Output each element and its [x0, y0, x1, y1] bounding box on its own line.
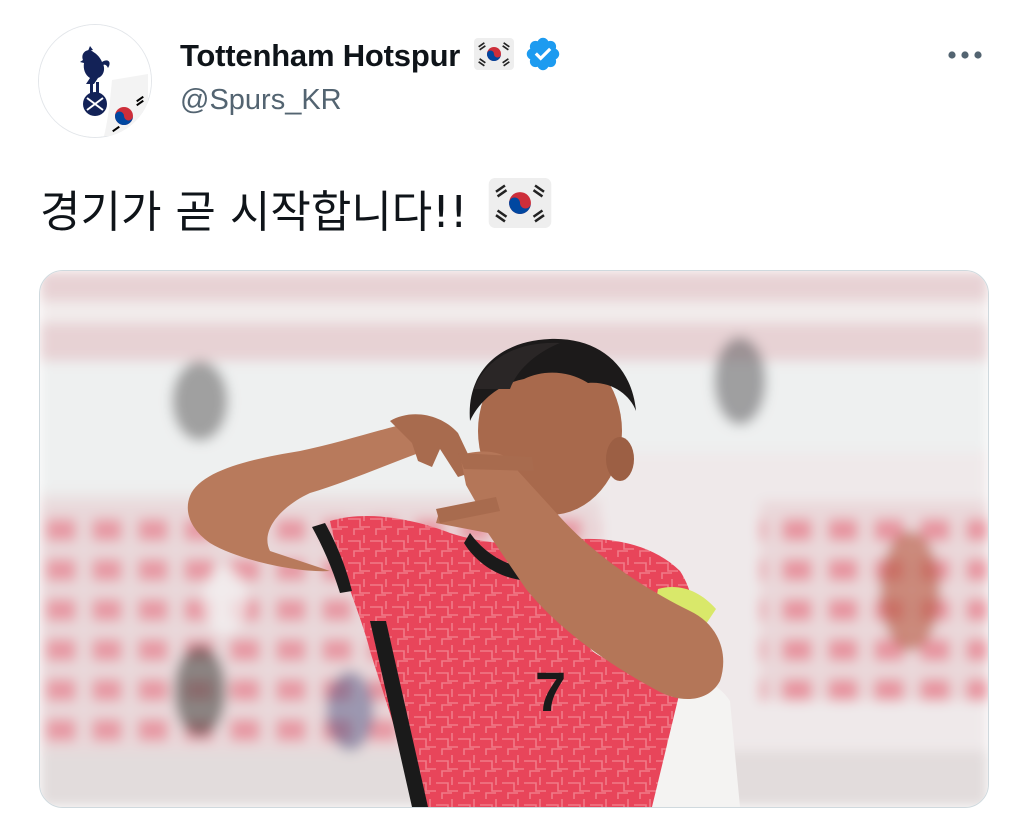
- spurs-cockerel-logo-icon: [39, 25, 151, 137]
- tweet-card: Tottenham Hotspur @Spurs_KR 경기가 곧 시작합니다!…: [0, 0, 1024, 831]
- south-korea-flag-icon: [474, 37, 515, 75]
- tweet-photo[interactable]: 7: [39, 270, 989, 808]
- more-dots-icon: [948, 51, 982, 59]
- more-options-button[interactable]: [942, 38, 988, 72]
- tweet-text: 경기가 곧 시작합니다!!: [40, 176, 552, 240]
- author-display-name[interactable]: Tottenham Hotspur: [180, 38, 460, 74]
- author-handle[interactable]: @Spurs_KR: [180, 84, 342, 117]
- author-name-row: Tottenham Hotspur: [180, 36, 562, 76]
- author-avatar[interactable]: [38, 24, 152, 138]
- south-korea-flag-icon: [488, 177, 552, 239]
- tweet-text-body: 경기가 곧 시작합니다!!: [40, 187, 468, 238]
- verified-badge-icon[interactable]: [524, 35, 562, 78]
- player-celebration-photo: 7: [40, 271, 988, 807]
- jersey-number: 7: [535, 660, 566, 723]
